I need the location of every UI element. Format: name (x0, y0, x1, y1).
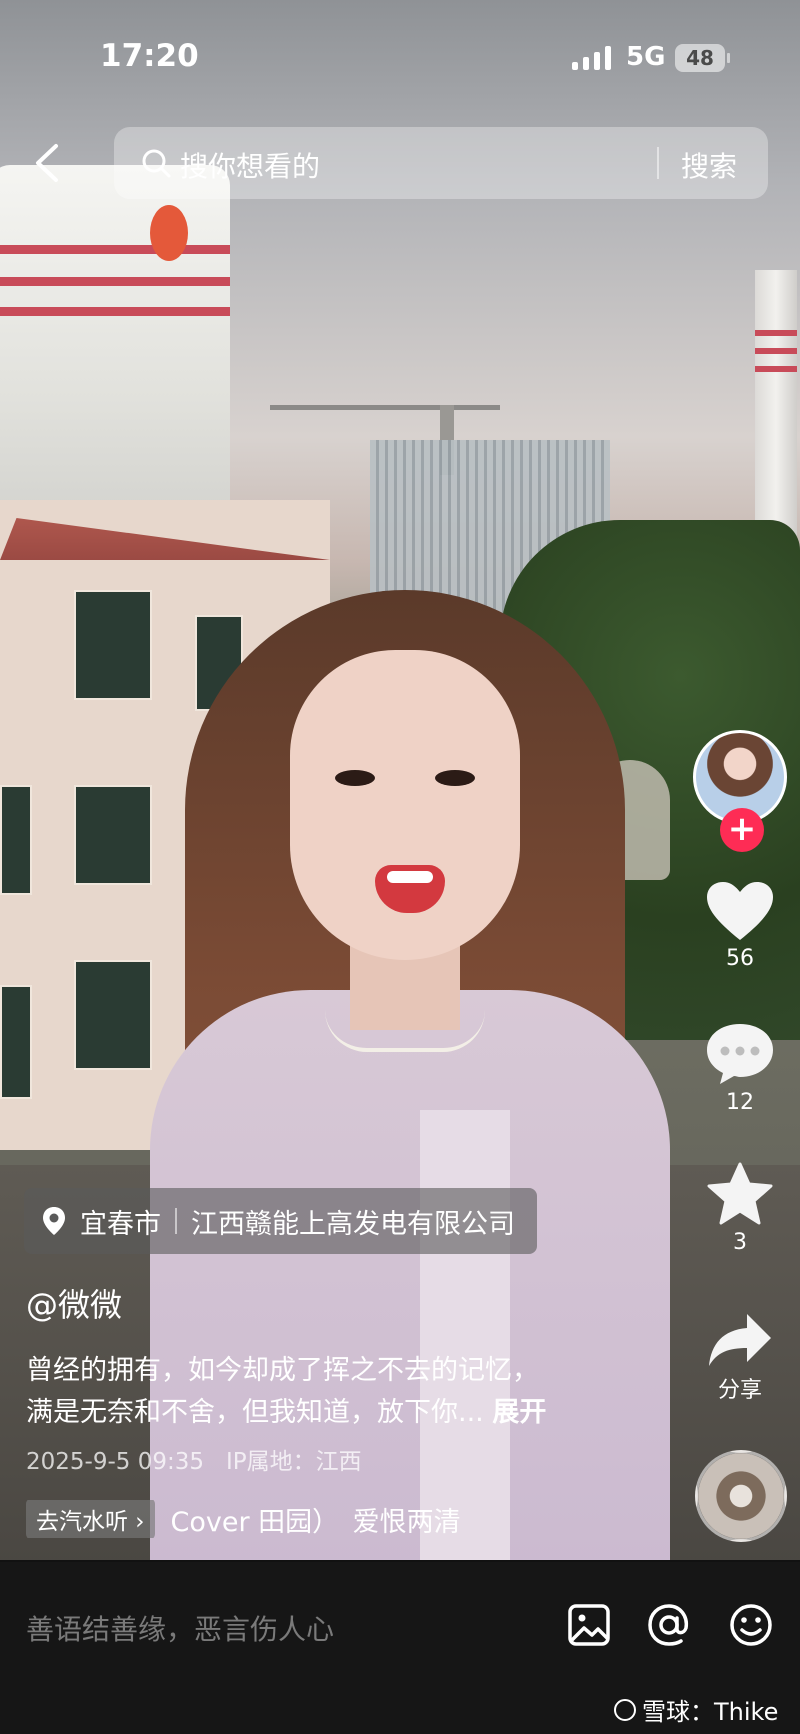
mention-icon[interactable] (644, 1600, 694, 1650)
location-place: 江西赣能上高发电有限公司 (191, 1208, 515, 1240)
like-count: 56 (726, 946, 754, 971)
search-button[interactable]: 搜索 (681, 145, 737, 185)
chimney (755, 270, 797, 540)
share-label: 分享 (717, 1378, 762, 1403)
post-date: 2025-9-5 09:35 (26, 1449, 204, 1475)
crane (270, 405, 500, 410)
star-icon (707, 1162, 773, 1225)
post-meta: 2025-9-5 09:35 IP属地：江西 (26, 1442, 362, 1476)
video-description: 曾经的拥有，如今却成了挥之不去的记忆， 满是无奈和不舍，但我知道，放下你... … (26, 1350, 626, 1434)
video-screen: 17:20 5G 48 搜你想看的 搜索 + 56 12 3 分享 宜春市 江西… (0, 0, 800, 1734)
description-line-2: 满是无奈和不舍，但我知道，放下你... (26, 1397, 484, 1428)
signal-icon (572, 46, 611, 70)
snowball-logo-icon (614, 1698, 636, 1721)
open-in-app-tag[interactable]: 去汽水听 › (26, 1500, 155, 1538)
search-bar[interactable]: 搜你想看的 搜索 (114, 127, 768, 199)
back-icon[interactable] (28, 138, 68, 188)
location-city: 宜春市 (80, 1208, 161, 1240)
author-name[interactable]: @微微 (26, 1280, 122, 1326)
comment-count: 12 (726, 1090, 754, 1115)
status-time: 17:20 (100, 38, 199, 74)
search-input[interactable]: 搜你想看的 (180, 145, 320, 185)
comment-icon (707, 1024, 773, 1084)
status-bar: 17:20 5G 48 (0, 0, 800, 115)
comment-input[interactable]: 善语结善缘，恶言伤人心 (26, 1608, 334, 1648)
favorite-button[interactable]: 3 (690, 1162, 790, 1255)
favorite-count: 3 (733, 1230, 747, 1255)
heart-icon (707, 882, 773, 940)
follow-button[interactable]: + (720, 808, 764, 852)
expand-button[interactable]: 展开 (492, 1397, 546, 1428)
share-icon (709, 1314, 771, 1366)
comment-button[interactable]: 12 (690, 1022, 790, 1115)
image-icon[interactable] (564, 1600, 614, 1650)
share-button[interactable]: 分享 (690, 1312, 790, 1404)
watermark: 雪球：Thike (614, 1692, 778, 1727)
ip-location: IP属地：江西 (225, 1449, 362, 1475)
emoji-icon[interactable] (726, 1600, 776, 1650)
location-tag[interactable]: 宜春市 江西赣能上高发电有限公司 (24, 1188, 537, 1254)
search-icon (142, 149, 171, 178)
location-pin-icon (43, 1207, 65, 1235)
music-title[interactable]: Cover 田园） 爱恨两清 (171, 1500, 461, 1538)
battery-icon: 48 (675, 44, 730, 72)
description-line-1: 曾经的拥有，如今却成了挥之不去的记忆， (26, 1355, 539, 1386)
cooling-tower (0, 165, 230, 555)
network-type: 5G (626, 42, 666, 72)
video-frame[interactable] (0, 0, 800, 1560)
music-disc-icon[interactable] (695, 1450, 787, 1542)
music-bar[interactable]: 去汽水听 › Cover 田园） 爱恨两清 (26, 1500, 546, 1538)
like-button[interactable]: 56 (690, 880, 790, 971)
